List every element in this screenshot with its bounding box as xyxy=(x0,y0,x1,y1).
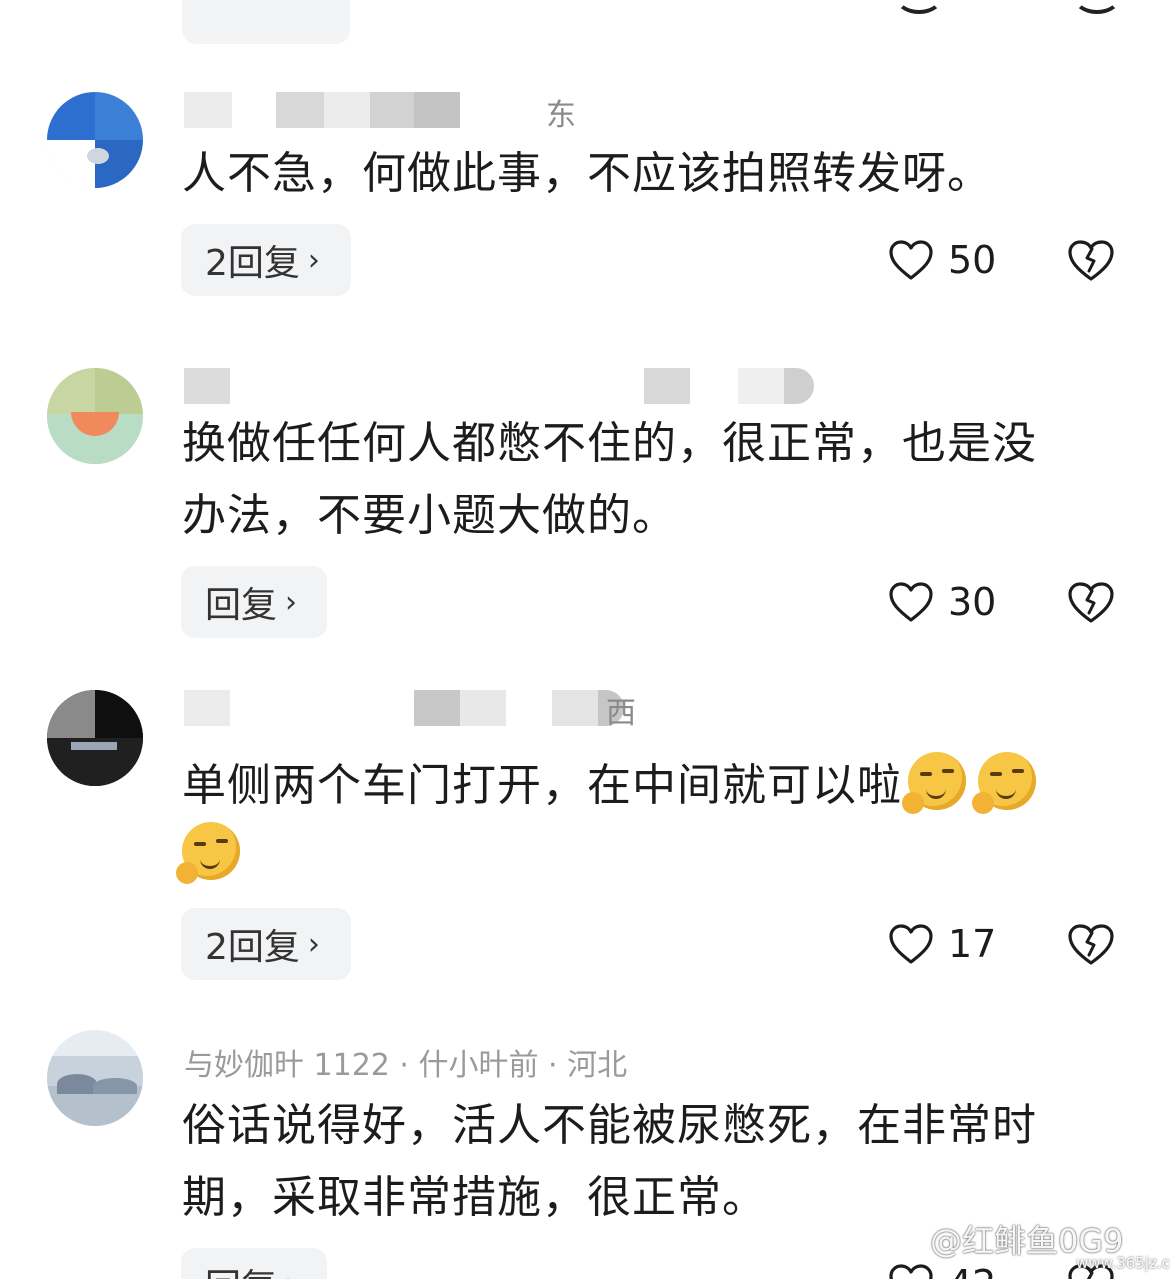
previous-comment-footer xyxy=(0,0,1170,60)
reply-button[interactable]: 2回复 › xyxy=(181,908,351,980)
chevron-right-icon: › xyxy=(285,1267,297,1279)
dislike-button[interactable] xyxy=(1066,572,1116,632)
username-row[interactable] xyxy=(182,368,822,410)
reply-button[interactable]: 回复 › xyxy=(181,1248,327,1279)
username-meta: 与妙伽旪 1122 · 什小旪前 · 河北 xyxy=(184,1048,628,1083)
reply-label: 回复 xyxy=(205,585,278,626)
location-label: 西 xyxy=(606,696,636,731)
comment-text-line-2: 办法，不要小题大做的。 xyxy=(182,490,677,541)
like-button[interactable]: 17 xyxy=(888,914,996,974)
broken-heart-icon xyxy=(1068,240,1114,281)
heart-outline-icon xyxy=(889,582,933,622)
username-row[interactable]: 东 xyxy=(182,92,822,134)
dislike-button[interactable] xyxy=(1066,230,1116,290)
watermark-url: www.365jz.com xyxy=(1076,1254,1170,1272)
reply-button[interactable]: 2回复 › xyxy=(181,224,351,296)
comment-text: 单侧两个车门打开，在中间就可以啦 xyxy=(182,750,1132,822)
smirk-emoji-icon xyxy=(902,752,966,814)
reply-label: 回复 xyxy=(205,1258,277,1279)
reply-button[interactable]: 回复 › xyxy=(181,566,327,638)
comment-text-line-2 xyxy=(176,820,1132,892)
broken-heart-icon xyxy=(1068,924,1114,965)
comment-text: 人不急，何做此事，不应该拍照转发呀。 xyxy=(182,148,992,199)
comment-text-content: 单侧两个车门打开，在中间就可以啦 xyxy=(182,760,902,811)
location-label: 东 xyxy=(546,98,576,133)
comment-text-line-1: 换做任任何人都憋不住的，很正常，也是没 xyxy=(182,418,1037,469)
username-row[interactable]: 西 xyxy=(182,690,822,732)
reply-button[interactable] xyxy=(182,0,350,44)
like-count: 30 xyxy=(948,580,997,624)
smirk-emoji-icon xyxy=(972,752,1036,814)
heart-outline-icon xyxy=(889,924,933,964)
chevron-right-icon: › xyxy=(285,584,298,620)
reply-label: 2回复 xyxy=(205,243,300,284)
chevron-right-icon: › xyxy=(307,242,320,278)
like-count: 42 xyxy=(948,1262,996,1279)
like-button[interactable]: 50 xyxy=(888,230,996,290)
avatar[interactable] xyxy=(47,690,143,786)
avatar[interactable] xyxy=(47,92,143,188)
heart-outline-icon[interactable] xyxy=(895,0,943,14)
broken-heart-icon[interactable] xyxy=(1073,0,1121,14)
smirk-emoji-icon xyxy=(176,822,240,884)
broken-heart-icon xyxy=(1068,582,1114,623)
comment-feed: 东 人不急，何做此事，不应该拍照转发呀。 2回复 › 50 换做任任何人都憋不住… xyxy=(0,0,1170,1279)
username-row[interactable]: 与妙伽旪 1122 · 什小旪前 · 河北 xyxy=(182,1046,822,1088)
like-button[interactable]: 30 xyxy=(888,572,996,632)
heart-outline-icon xyxy=(889,1264,933,1279)
avatar[interactable] xyxy=(47,368,143,464)
comment-text-line-1: 俗话说得好，活人不能被尿憋死，在非常时 xyxy=(182,1100,1037,1151)
like-count: 50 xyxy=(948,238,997,282)
reply-label: 2回复 xyxy=(205,927,300,968)
dislike-button[interactable] xyxy=(1066,914,1116,974)
avatar[interactable] xyxy=(47,1030,143,1126)
like-count: 17 xyxy=(948,922,997,966)
chevron-right-icon: › xyxy=(307,926,320,962)
heart-outline-icon xyxy=(889,240,933,280)
